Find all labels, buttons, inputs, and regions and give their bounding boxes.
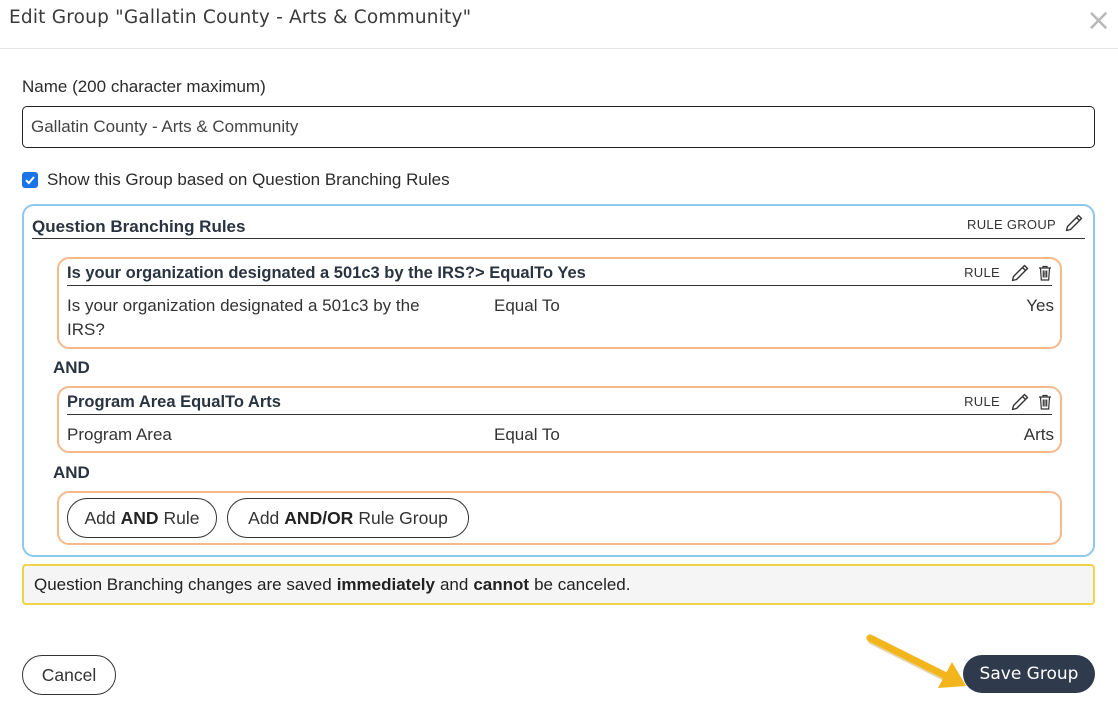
show-branching-label: Show this Group based on Question Branch…	[47, 170, 450, 189]
branching-notice: Question Branching changes are saved imm…	[22, 564, 1095, 605]
close-icon[interactable]: ×	[1086, 6, 1111, 36]
add-rule-container: Add AND Rule Add AND/OR Rule Group	[57, 491, 1062, 545]
annotation-arrow-icon	[866, 634, 966, 688]
rule-group-tag: RULE GROUP	[967, 217, 1056, 232]
add-group-prefix: Add	[248, 507, 280, 528]
rule-question-line2: IRS?	[67, 320, 105, 339]
rule-title: Program Area EqualTo Arts	[67, 393, 281, 411]
show-branching-checkbox[interactable]	[22, 172, 38, 188]
notice-text-3: be canceled.	[534, 574, 631, 594]
rule-divider	[67, 285, 1052, 286]
modal-header: Edit Group "Gallatin County - Arts & Com…	[0, 0, 1118, 49]
notice-bold-1: immediately	[336, 574, 435, 594]
delete-rule-trash-icon[interactable]	[1036, 263, 1054, 283]
name-input[interactable]	[22, 106, 1095, 148]
rule-operator: Equal To	[494, 296, 560, 315]
add-group-bold: AND/OR	[284, 507, 354, 528]
rule-card: Is your organization designated a 501c3 …	[57, 257, 1062, 349]
cancel-button[interactable]: Cancel	[22, 655, 116, 695]
notice-text-1: Question Branching changes are saved	[34, 574, 332, 594]
name-label: Name (200 character maximum)	[22, 77, 266, 96]
add-and-rule-bold: AND	[120, 507, 159, 528]
modal-title: Edit Group "Gallatin County - Arts & Com…	[9, 7, 472, 28]
rule-group-title: Question Branching Rules	[32, 217, 246, 236]
delete-rule-trash-icon[interactable]	[1036, 392, 1054, 412]
and-connector: AND	[53, 358, 90, 377]
check-icon	[25, 176, 35, 185]
notice-bold-2: cannot	[473, 574, 530, 594]
edit-rule-pencil-icon[interactable]	[1009, 262, 1031, 284]
edit-rule-pencil-icon[interactable]	[1009, 391, 1031, 413]
show-branching-row: Show this Group based on Question Branch…	[22, 169, 450, 191]
rule-value: Arts	[1023, 425, 1054, 444]
rule-question: Program Area	[67, 425, 172, 444]
notice-text-2: and	[439, 574, 469, 594]
rule-title: Is your organization designated a 501c3 …	[67, 264, 586, 282]
rule-question: Is your organization designated a 501c3 …	[67, 294, 420, 342]
and-connector: AND	[53, 463, 90, 482]
add-and-rule-button[interactable]: Add AND Rule	[67, 498, 217, 538]
rule-tag: RULE	[964, 394, 1000, 409]
rule-value: Yes	[1026, 296, 1054, 315]
rule-divider	[67, 414, 1052, 415]
rule-group: Question Branching Rules RULE GROUP Is y…	[22, 204, 1095, 557]
rule-operator: Equal To	[494, 425, 560, 444]
edit-rule-group-pencil-icon[interactable]	[1063, 212, 1085, 234]
rule-group-divider	[32, 238, 1085, 239]
add-group-suffix: Rule Group	[358, 507, 448, 528]
rule-tag: RULE	[964, 265, 1000, 280]
save-group-button[interactable]: Save Group	[963, 655, 1095, 693]
add-and-rule-prefix: Add	[84, 507, 116, 528]
rule-question-line1: Is your organization designated a 501c3 …	[67, 296, 420, 315]
add-and-rule-suffix: Rule	[163, 507, 200, 528]
rule-card: Program Area EqualTo Arts RULE Program A…	[57, 386, 1062, 453]
add-and-or-rule-group-button[interactable]: Add AND/OR Rule Group	[227, 498, 469, 538]
